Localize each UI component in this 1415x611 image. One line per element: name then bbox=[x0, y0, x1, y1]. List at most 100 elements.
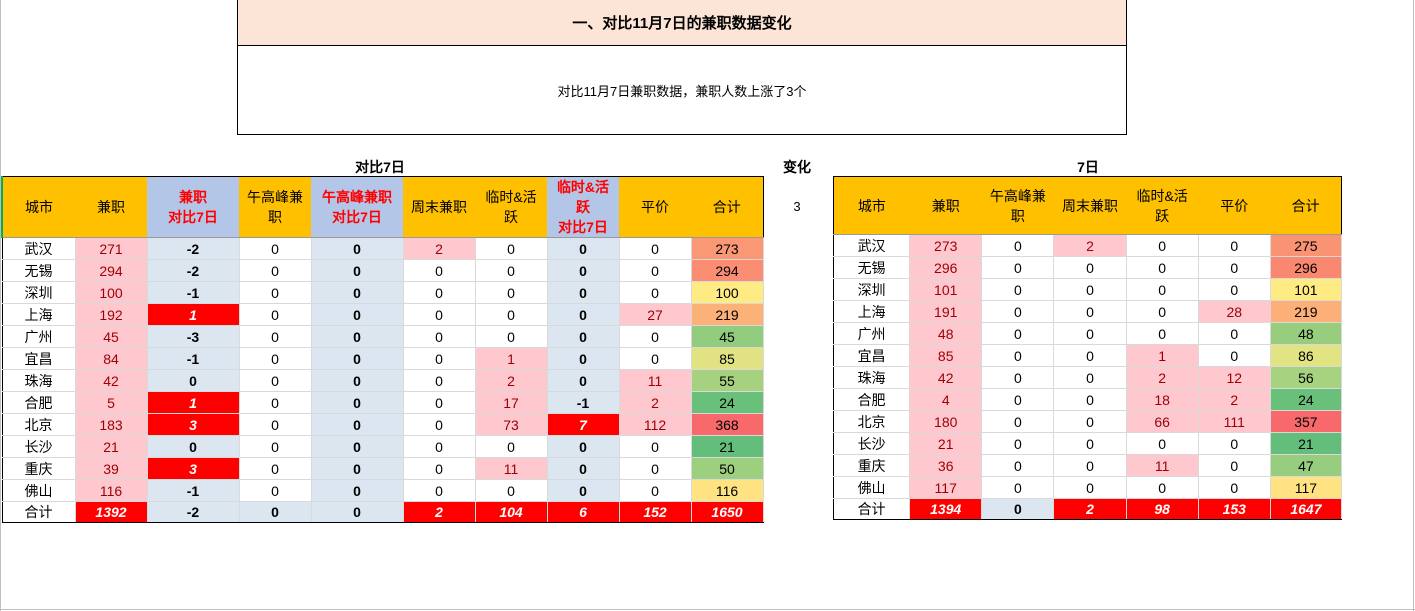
table-row: 无锡 294 -2 0 0 0 0 0 0 294 bbox=[2, 259, 764, 282]
value-cell: 0 bbox=[547, 457, 620, 480]
total-cell: 153 bbox=[1198, 498, 1271, 520]
value-cell: 219 bbox=[691, 303, 764, 326]
value-cell: 45 bbox=[75, 325, 148, 348]
value-cell: 0 bbox=[547, 281, 620, 304]
value-cell: 0 bbox=[619, 281, 692, 304]
value-cell: 0 bbox=[239, 369, 312, 392]
value-cell: 50 bbox=[691, 457, 764, 480]
report-summary: 对比11月7日兼职数据，兼职人数上涨了3个 bbox=[237, 46, 1127, 135]
value-cell: -1 bbox=[147, 281, 240, 304]
value-cell: 0 bbox=[147, 369, 240, 392]
value-cell: 2 bbox=[1126, 366, 1199, 389]
value-cell: 294 bbox=[691, 259, 764, 282]
value-cell: 0 bbox=[547, 237, 620, 260]
value-cell: 0 bbox=[1126, 256, 1199, 279]
column-header: 兼职 bbox=[75, 176, 147, 238]
city-cell: 广州 bbox=[833, 322, 911, 345]
value-cell: 0 bbox=[311, 413, 404, 436]
city-cell: 武汉 bbox=[2, 237, 76, 260]
value-cell: 271 bbox=[75, 237, 148, 260]
column-header: 午高峰兼 职 bbox=[239, 176, 311, 238]
total-cell: 0 bbox=[981, 498, 1055, 520]
value-cell: 0 bbox=[239, 479, 312, 502]
value-cell: 2 bbox=[619, 391, 692, 414]
value-cell: 0 bbox=[547, 303, 620, 326]
value-cell: 0 bbox=[619, 237, 692, 260]
value-cell: 0 bbox=[475, 303, 548, 326]
value-cell: 0 bbox=[403, 479, 476, 502]
column-header: 午高峰兼 职 bbox=[981, 176, 1054, 235]
value-cell: 101 bbox=[909, 278, 983, 301]
table-row: 上海 191 0 0 0 28 219 bbox=[833, 300, 1343, 323]
value-cell: 86 bbox=[1270, 344, 1343, 367]
value-cell: 100 bbox=[691, 281, 764, 304]
total-cell: 98 bbox=[1126, 498, 1199, 520]
value-cell: 111 bbox=[1198, 410, 1271, 433]
city-cell: 无锡 bbox=[833, 256, 911, 279]
table-row: 深圳 101 0 0 0 0 101 bbox=[833, 278, 1343, 301]
city-cell: 上海 bbox=[2, 303, 76, 326]
city-cell: 深圳 bbox=[2, 281, 76, 304]
value-cell: 85 bbox=[691, 347, 764, 370]
value-cell: 0 bbox=[981, 322, 1055, 345]
table-row: 武汉 273 0 2 0 0 275 bbox=[833, 234, 1343, 257]
value-cell: 0 bbox=[1198, 256, 1271, 279]
value-cell: 0 bbox=[403, 369, 476, 392]
value-cell: 1 bbox=[1126, 344, 1199, 367]
value-cell: 0 bbox=[403, 457, 476, 480]
total-label: 合计 bbox=[833, 498, 911, 520]
value-cell: 5 bbox=[75, 391, 148, 414]
value-cell: 0 bbox=[239, 457, 312, 480]
city-cell: 宜昌 bbox=[833, 344, 911, 367]
value-cell: 0 bbox=[239, 413, 312, 436]
value-cell: 0 bbox=[981, 410, 1055, 433]
total-cell: 2 bbox=[403, 501, 476, 523]
value-cell: 0 bbox=[311, 303, 404, 326]
value-cell: 101 bbox=[1270, 278, 1343, 301]
column-header: 兼职 bbox=[909, 176, 982, 235]
total-cell: -2 bbox=[147, 501, 240, 523]
value-cell: 0 bbox=[239, 303, 312, 326]
total-cell: 1650 bbox=[691, 501, 764, 523]
value-cell: 1 bbox=[147, 391, 240, 414]
value-cell: 3 bbox=[147, 413, 240, 436]
value-cell: 21 bbox=[691, 435, 764, 458]
value-cell: 0 bbox=[1126, 300, 1199, 323]
table-row: 宜昌 84 -1 0 0 0 1 0 0 85 bbox=[2, 347, 764, 370]
table-row: 重庆 39 3 0 0 0 11 0 0 50 bbox=[2, 457, 764, 480]
value-cell: 0 bbox=[475, 237, 548, 260]
value-cell: 2 bbox=[475, 369, 548, 392]
total-row: 合计 1392 -2 0 0 2 104 6 152 1650 bbox=[2, 501, 764, 523]
value-cell: 0 bbox=[619, 325, 692, 348]
table-row: 北京 180 0 0 66 111 357 bbox=[833, 410, 1343, 433]
value-cell: 48 bbox=[1270, 322, 1343, 345]
value-cell: 191 bbox=[909, 300, 983, 323]
value-cell: 21 bbox=[909, 432, 983, 455]
value-cell: 0 bbox=[619, 479, 692, 502]
value-cell: 0 bbox=[475, 479, 548, 502]
city-cell: 长沙 bbox=[833, 432, 911, 455]
value-cell: 0 bbox=[311, 457, 404, 480]
table-row: 武汉 271 -2 0 0 2 0 0 0 273 bbox=[2, 237, 764, 260]
value-cell: 0 bbox=[311, 369, 404, 392]
value-cell: 0 bbox=[1198, 234, 1271, 257]
table-row: 长沙 21 0 0 0 0 21 bbox=[833, 432, 1343, 455]
value-cell: 0 bbox=[239, 259, 312, 282]
column-header: 午高峰兼职 对比7日 bbox=[311, 176, 403, 238]
city-cell: 佛山 bbox=[2, 479, 76, 502]
value-cell: 296 bbox=[1270, 256, 1343, 279]
city-cell: 合肥 bbox=[833, 388, 911, 411]
city-cell: 重庆 bbox=[833, 454, 911, 477]
value-cell: 0 bbox=[311, 479, 404, 502]
value-cell: 4 bbox=[909, 388, 983, 411]
value-cell: 24 bbox=[1270, 388, 1343, 411]
value-cell: 11 bbox=[1126, 454, 1199, 477]
value-cell: 42 bbox=[909, 366, 983, 389]
table-row: 珠海 42 0 0 0 0 2 0 11 55 bbox=[2, 369, 764, 392]
column-header: 平价 bbox=[1198, 176, 1271, 235]
city-cell: 合肥 bbox=[2, 391, 76, 414]
total-cell: 152 bbox=[619, 501, 692, 523]
value-cell: 0 bbox=[1126, 322, 1199, 345]
value-cell: 21 bbox=[1270, 432, 1343, 455]
value-cell: 0 bbox=[619, 457, 692, 480]
